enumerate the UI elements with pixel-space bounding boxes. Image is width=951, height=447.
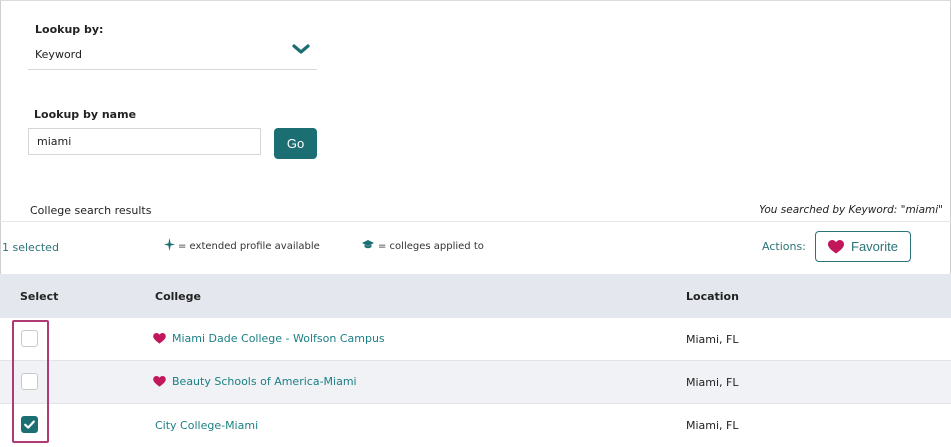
college-name: Miami Dade College - Wolfson Campus: [172, 332, 385, 345]
college-name: City College-Miami: [155, 419, 259, 432]
lookup-by-label: Lookup by:: [35, 23, 104, 36]
table-header: [0, 274, 951, 318]
table-row: [0, 404, 951, 447]
select-underline: [28, 69, 317, 70]
table-row: [0, 361, 951, 404]
table-row: [0, 318, 951, 361]
legend-applied-text: = colleges applied to: [378, 241, 484, 252]
college-name: Beauty Schools of America-Miami: [172, 375, 357, 388]
heart-icon: [153, 376, 166, 387]
college-link[interactable]: Miami Dade College - Wolfson Campus: [153, 332, 385, 345]
column-header-select: Select: [20, 290, 59, 303]
heart-icon: [153, 333, 166, 344]
chevron-down-icon[interactable]: [291, 41, 311, 57]
college-location: Miami, FL: [686, 419, 739, 432]
divider: [0, 221, 951, 222]
results-title: College search results: [30, 204, 152, 217]
actions-label: Actions:: [762, 240, 806, 253]
lookup-by-select[interactable]: Keyword: [35, 48, 82, 61]
legend-extended-text: = extended profile available: [178, 241, 320, 252]
annotation-highlight: [12, 320, 49, 443]
heart-icon: [828, 239, 845, 254]
column-header-location[interactable]: Location: [686, 290, 739, 303]
college-location: Miami, FL: [686, 333, 739, 346]
searched-by-text: You searched by Keyword: "miami": [759, 204, 943, 216]
favorite-button[interactable]: Favorite: [815, 231, 911, 262]
go-button[interactable]: Go: [274, 128, 317, 159]
college-location: Miami, FL: [686, 376, 739, 389]
selected-count: 1 selected: [2, 241, 59, 254]
college-link[interactable]: Beauty Schools of America-Miami: [153, 375, 357, 388]
column-header-college[interactable]: College: [155, 290, 201, 303]
name-search-input[interactable]: [28, 128, 261, 155]
college-link[interactable]: City College-Miami: [155, 419, 258, 432]
graduation-cap-icon: [362, 240, 374, 253]
lookup-name-label: Lookup by name: [34, 108, 137, 121]
sparkle-icon: [164, 238, 175, 254]
favorite-button-label: Favorite: [851, 239, 898, 254]
